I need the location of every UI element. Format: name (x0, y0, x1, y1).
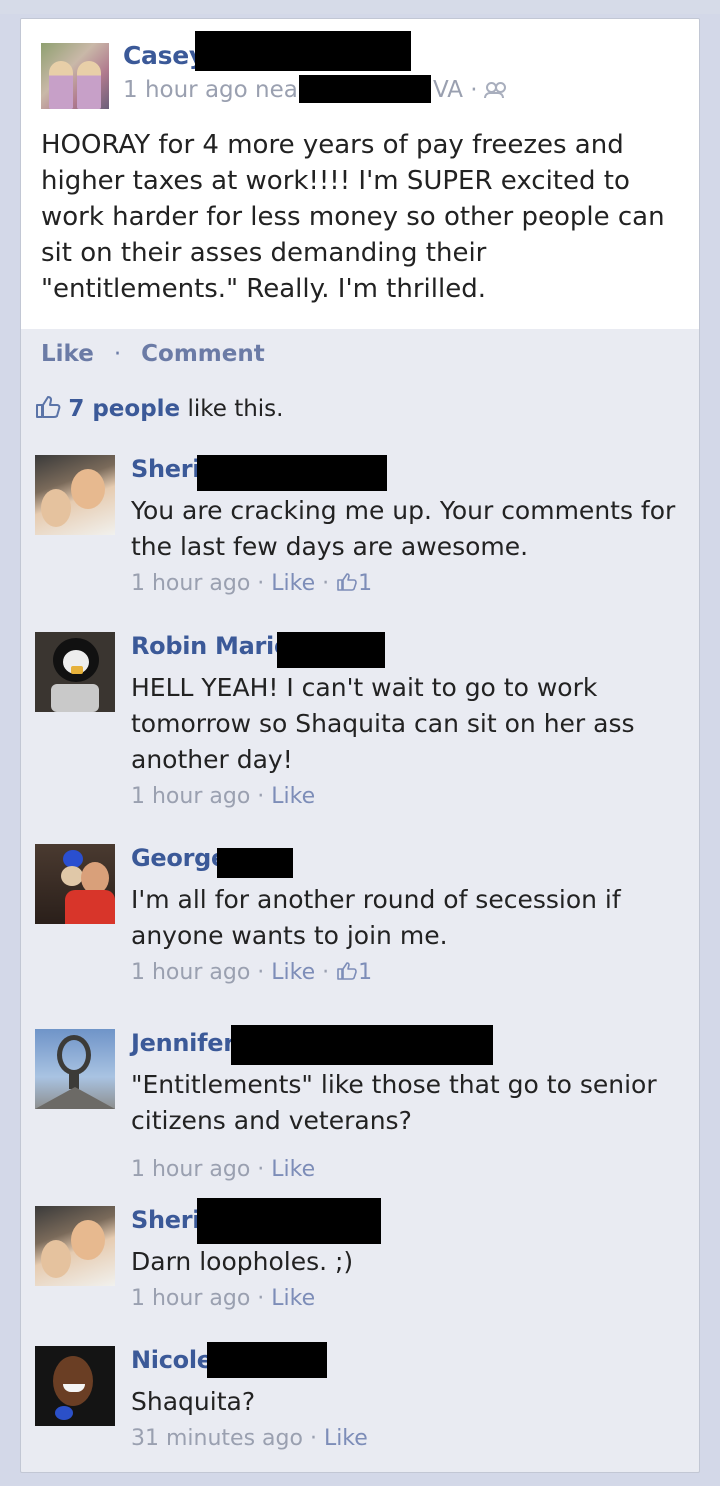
comment-meta: 1 hour ago · Like (131, 784, 315, 809)
avatar-roof (35, 1087, 115, 1109)
redaction-bar (195, 31, 411, 71)
redaction-bar (277, 632, 385, 668)
thumbs-up-icon (337, 573, 357, 591)
comment-time[interactable]: 31 minutes ago (131, 1426, 303, 1451)
avatar-statue-stem (69, 1073, 79, 1089)
comment-text: "Entitlements" like those that go to sen… (131, 1070, 657, 1135)
likes-summary: 7 people like this. (35, 395, 283, 422)
avatar-face (71, 1220, 105, 1260)
meta-separator: · (250, 1157, 272, 1182)
comment-time[interactable]: 1 hour ago (131, 784, 250, 809)
comment-meta: 1 hour ago · Like · 1 (131, 571, 372, 596)
comment-text: I'm all for another round of secession i… (131, 885, 621, 950)
friends-icon[interactable] (483, 81, 506, 99)
comment-text: HELL YEAH! I can't wait to go to work to… (131, 673, 635, 774)
redaction-bar (197, 455, 387, 491)
avatar-penguin-beak (71, 666, 83, 674)
commenter-name[interactable]: Nicole (131, 1346, 213, 1374)
commenter-name[interactable]: Robin Marie (131, 632, 290, 660)
redaction-bar (197, 1198, 381, 1244)
avatar-face (41, 489, 71, 527)
avatar-flower (55, 1406, 73, 1420)
comment-button[interactable]: Comment (141, 341, 265, 367)
redaction-bar (207, 1342, 327, 1378)
comment-time[interactable]: 1 hour ago (131, 1157, 250, 1182)
author-avatar[interactable] (41, 43, 109, 109)
likers-link[interactable]: 7 people (68, 396, 180, 422)
avatar-face (61, 866, 83, 886)
commenter-name[interactable]: Sheri (131, 455, 201, 483)
avatar-face (41, 1240, 71, 1278)
meta-separator: · (250, 960, 272, 985)
meta-separator: · (250, 784, 272, 809)
comment-item: Sheri You are cracking me up. Your comme… (21, 455, 699, 605)
post-card: Casey 1 hour ago near VA · HOORAY for 4 … (20, 18, 700, 1473)
commenter-name[interactable]: Sheri (131, 1206, 201, 1234)
commenter-avatar[interactable] (35, 632, 115, 712)
comment-text: Darn loopholes. ;) (131, 1247, 354, 1276)
comment-time[interactable]: 1 hour ago (131, 1286, 250, 1311)
comment-like-link[interactable]: Like (271, 1157, 315, 1182)
comment-text: Shaquita? (131, 1387, 256, 1416)
redaction-bar (217, 848, 293, 878)
comment-meta: 31 minutes ago · Like (131, 1426, 368, 1451)
commenter-name[interactable]: George (131, 844, 227, 872)
thumbs-up-icon (36, 396, 61, 418)
post-actions: Like · Comment (41, 341, 265, 367)
location-suffix: VA · (433, 77, 478, 103)
comment-like-link[interactable]: Like (271, 784, 315, 809)
comment-meta: 1 hour ago · Like (131, 1157, 315, 1182)
comment-item: Jennifer "Entitlements" like those that … (21, 1025, 699, 1182)
commenter-avatar[interactable] (35, 455, 115, 535)
avatar-penguin-body (51, 684, 99, 712)
comment-like-count[interactable]: 1 (358, 571, 372, 596)
comment-item: George I'm all for another round of sece… (21, 844, 699, 994)
meta-separator: · (315, 571, 337, 596)
post-body: Casey 1 hour ago near VA · HOORAY for 4 … (21, 19, 699, 329)
commenter-avatar[interactable] (35, 1346, 115, 1426)
meta-separator: · (302, 1426, 324, 1451)
meta-separator: · (250, 1286, 272, 1311)
redaction-bar (299, 75, 431, 103)
meta-separator: · (315, 960, 337, 985)
commenter-avatar[interactable] (35, 1206, 115, 1286)
author-name[interactable]: Casey (123, 41, 205, 70)
commenter-name[interactable]: Jennifer (131, 1029, 235, 1057)
avatar-face (53, 1356, 93, 1406)
comment-like-link[interactable]: Like (324, 1426, 368, 1451)
post-timestamp[interactable]: 1 hour ago near (123, 77, 307, 103)
meta-separator: · (250, 571, 272, 596)
comment-item: Robin Marie HELL YEAH! I can't wait to g… (21, 632, 699, 822)
commenter-avatar[interactable] (35, 1029, 115, 1109)
avatar-figure (77, 61, 101, 109)
comment-time[interactable]: 1 hour ago (131, 571, 250, 596)
comment-text: You are cracking me up. Your comments fo… (131, 496, 676, 561)
comment-time[interactable]: 1 hour ago (131, 960, 250, 985)
comment-item: Nicole Shaquita? 31 minutes ago · Like (21, 1342, 699, 1466)
comment-meta: 1 hour ago · Like · 1 (131, 960, 372, 985)
like-button[interactable]: Like (41, 341, 94, 367)
comment-like-link[interactable]: Like (271, 960, 315, 985)
commenter-avatar[interactable] (35, 844, 115, 924)
post-location: VA · (433, 77, 506, 103)
avatar-face (71, 469, 105, 509)
top-band (0, 0, 720, 14)
action-separator: · (113, 341, 122, 367)
comment-like-link[interactable]: Like (271, 1286, 315, 1311)
post-text: HOORAY for 4 more years of pay freezes a… (41, 130, 665, 304)
comment-meta: 1 hour ago · Like (131, 1286, 315, 1311)
likes-suffix: like this. (180, 396, 284, 422)
comment-item: Sheri Darn loopholes. ;) 1 hour ago · Li… (21, 1198, 699, 1326)
thumbs-up-icon (337, 962, 357, 980)
avatar-shirt (65, 890, 115, 924)
comment-like-link[interactable]: Like (271, 571, 315, 596)
avatar-statue (57, 1035, 91, 1075)
avatar-figure (49, 61, 73, 109)
redaction-bar (231, 1025, 493, 1065)
comment-like-count[interactable]: 1 (358, 960, 372, 985)
